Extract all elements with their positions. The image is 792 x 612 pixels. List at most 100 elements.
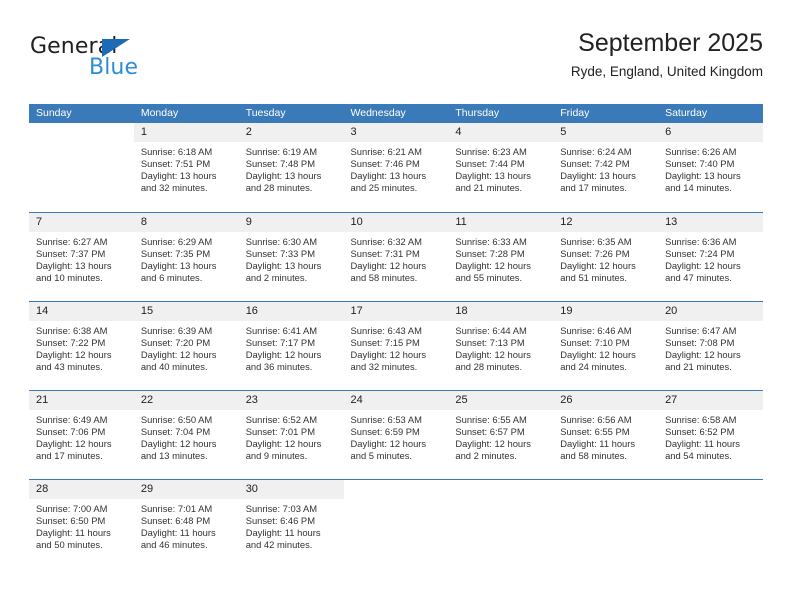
general-blue-logo[interactable]: General Blue (29, 30, 229, 86)
sunset-text: Sunset: 7:44 PM (455, 158, 525, 170)
day-details: Sunrise: 6:29 AM Sunset: 7:35 PM Daylight:… (134, 233, 239, 284)
day-details: Sunrise: 6:36 AM Sunset: 7:24 PM Daylight:… (658, 233, 763, 284)
day-cell[interactable]: 30 Sunrise: 7:03 AM Sunset: 6:46 PM Dayligh… (238, 478, 344, 568)
sunrise-text: Sunrise: 6:26 AM (665, 146, 737, 157)
daylight-text-line1: Daylight: 13 hours (560, 170, 636, 182)
sunset-text: Sunset: 6:59 PM (350, 425, 420, 437)
day-number: 3 (350, 126, 357, 138)
daylight-text-line2: and 28 minutes. (245, 182, 313, 194)
daylight-text-line1: Daylight: 12 hours (245, 348, 322, 360)
daylight-text-line1: Daylight: 12 hours (455, 259, 531, 271)
day-details: Sunrise: 6:24 AM Sunset: 7:42 PM Daylight:… (553, 143, 658, 194)
daylight-text-line2: and 24 minutes. (560, 360, 627, 372)
calendar-grid: Sunday Monday Tuesday Wednesday Thursday Frid… (29, 104, 763, 568)
day-number: 16 (245, 304, 258, 317)
day-cell[interactable]: 10 Sunrise: 6:32 AM Sunset: 7:31 PM Dayligh… (343, 211, 449, 301)
day-cell-empty (343, 478, 449, 569)
day-cell[interactable]: 13 Sunrise: 6:36 AM Sunset: 7:24 PM Dayligh… (658, 211, 763, 301)
day-cell[interactable]: 24 Sunrise: 6:53 AM Sunset: 6:59 PM Dayligh… (343, 389, 449, 479)
daylight-text-line2: and 17 minutes. (36, 449, 103, 461)
week-row: 28 Sunrise: 7:00 AM Sunset: 6:50 PM Dayligh… (29, 478, 763, 569)
page-header: General Blue September 2025 Ryde, Englan… (29, 28, 763, 96)
day-cell[interactable]: 22 Sunrise: 6:50 AM Sunset: 7:04 PM Dayligh… (133, 389, 239, 479)
day-number-band: 30 (238, 479, 344, 500)
week-row: 14 Sunrise: 6:38 AM Sunset: 7:22 PM Dayligh… (29, 300, 763, 390)
day-cell[interactable]: 28 Sunrise: 7:00 AM Sunset: 6:50 PM Dayligh… (29, 478, 134, 568)
day-cell[interactable]: 20 Sunrise: 6:47 AM Sunset: 7:08 PM Dayligh… (658, 300, 763, 390)
day-cell[interactable]: 25 Sunrise: 6:55 AM Sunset: 6:57 PM Dayligh… (448, 389, 554, 479)
daylight-text-line2: and 54 minutes. (665, 449, 732, 461)
day-cell[interactable]: 8 Sunrise: 6:29 AM Sunset: 7:35 PM Daylight… (133, 211, 239, 301)
day-number: 10 (350, 215, 363, 228)
week-row: 1 Sunrise: 6:18 AM Sunset: 7:51 PM Daylight… (29, 123, 763, 212)
day-cell[interactable]: 23 Sunrise: 6:52 AM Sunset: 7:01 PM Dayligh… (238, 389, 344, 479)
daylight-text-line2: and 2 minutes. (455, 449, 517, 461)
day-cell[interactable]: 14 Sunrise: 6:38 AM Sunset: 7:22 PM Dayligh… (29, 300, 134, 390)
day-number: 25 (455, 393, 468, 406)
sunrise-text: Sunrise: 6:29 AM (140, 235, 213, 247)
day-cell-inner: 10 Sunrise: 6:32 AM Sunset: 7:31 PM Dayligh… (343, 212, 449, 301)
day-cell[interactable]: 9 Sunrise: 6:30 AM Sunset: 7:33 PM Daylight… (238, 211, 344, 301)
sunset-text: Sunset: 7:37 PM (36, 247, 106, 259)
day-number: 8 (140, 215, 147, 228)
daylight-text-line1: Daylight: 12 hours (245, 437, 322, 449)
sunrise-text: Sunrise: 6:27 AM (36, 235, 108, 247)
daylight-text-line1: Daylight: 12 hours (140, 348, 217, 360)
day-number: 23 (245, 393, 258, 406)
day-cell[interactable]: 21 Sunrise: 6:49 AM Sunset: 7:06 PM Dayligh… (29, 389, 134, 479)
day-number-band: 19 (553, 301, 659, 322)
day-cell-inner: 12 Sunrise: 6:35 AM Sunset: 7:26 PM Dayligh… (553, 212, 659, 301)
day-number: 19 (560, 304, 573, 317)
logo-text-blue: Blue (89, 55, 139, 80)
sunrise-text: Sunrise: 6:41 AM (245, 324, 318, 336)
sunrise-text: Sunrise: 6:33 AM (455, 235, 527, 247)
day-details: Sunrise: 6:27 AM Sunset: 7:37 PM Daylight:… (29, 233, 134, 284)
sunrise-text: Sunrise: 6:38 AM (36, 324, 108, 336)
sunrise-text: Sunrise: 6:50 AM (140, 413, 213, 425)
day-cell[interactable]: 18 Sunrise: 6:44 AM Sunset: 7:13 PM Dayligh… (448, 300, 554, 390)
day-cell[interactable]: 27 Sunrise: 6:58 AM Sunset: 6:52 PM Dayligh… (658, 389, 763, 479)
day-number: 30 (245, 482, 258, 495)
day-cell-inner: 6 Sunrise: 6:26 AM Sunset: 7:40 PM Daylight… (658, 123, 763, 212)
day-number: 2 (245, 126, 252, 138)
sunset-text: Sunset: 6:57 PM (455, 425, 525, 437)
day-cell[interactable]: 2 Sunrise: 6:19 AM Sunset: 7:48 PM Daylight… (238, 123, 344, 212)
sunrise-text: Sunrise: 6:53 AM (350, 413, 422, 425)
day-cell[interactable]: 26 Sunrise: 6:56 AM Sunset: 6:55 PM Dayligh… (553, 389, 659, 479)
day-cell-inner (344, 480, 449, 569)
day-number: 1 (140, 126, 147, 138)
sunset-text: Sunset: 7:24 PM (665, 247, 735, 259)
sunrise-text: Sunrise: 6:56 AM (560, 413, 632, 425)
day-details: Sunrise: 6:26 AM Sunset: 7:40 PM Daylight:… (658, 143, 763, 194)
day-cell[interactable]: 5 Sunrise: 6:24 AM Sunset: 7:42 PM Daylight… (553, 123, 659, 212)
day-details: Sunrise: 7:01 AM Sunset: 6:48 PM Daylight:… (134, 500, 239, 551)
day-cell[interactable]: 16 Sunrise: 6:41 AM Sunset: 7:17 PM Dayligh… (238, 300, 344, 390)
day-cell[interactable]: 1 Sunrise: 6:18 AM Sunset: 7:51 PM Daylight… (133, 123, 239, 212)
weekday-header-tuesday: Tuesday (238, 104, 344, 123)
day-cell[interactable]: 29 Sunrise: 7:01 AM Sunset: 6:48 PM Dayligh… (133, 478, 239, 568)
day-cell[interactable]: 15 Sunrise: 6:39 AM Sunset: 7:20 PM Dayligh… (133, 300, 239, 390)
day-cell[interactable]: 17 Sunrise: 6:43 AM Sunset: 7:15 PM Dayligh… (343, 300, 449, 390)
day-cell[interactable]: 4 Sunrise: 6:23 AM Sunset: 7:44 PM Daylight… (448, 123, 554, 212)
day-cell[interactable]: 3 Sunrise: 6:21 AM Sunset: 7:46 PM Daylight… (343, 123, 449, 212)
day-number: 28 (36, 482, 49, 495)
day-cell[interactable]: 7 Sunrise: 6:27 AM Sunset: 7:37 PM Daylight… (29, 211, 134, 301)
day-number: 5 (560, 126, 567, 138)
sunrise-text: Sunrise: 6:35 AM (560, 235, 632, 247)
day-cell-empty (448, 478, 554, 568)
day-cell-empty (29, 123, 134, 212)
day-cell[interactable]: 11 Sunrise: 6:33 AM Sunset: 7:28 PM Dayligh… (448, 211, 554, 301)
day-cell[interactable]: 6 Sunrise: 6:26 AM Sunset: 7:40 PM Daylight… (658, 123, 763, 212)
sunrise-text: Sunrise: 6:52 AM (245, 413, 318, 425)
sunset-text: Sunset: 7:06 PM (36, 425, 106, 437)
day-details: Sunrise: 6:38 AM Sunset: 7:22 PM Daylight:… (29, 322, 134, 373)
sunset-text: Sunset: 7:13 PM (455, 336, 525, 348)
daylight-text-line2: and 25 minutes. (350, 182, 418, 194)
sunset-text: Sunset: 7:22 PM (36, 336, 106, 348)
day-cell[interactable]: 19 Sunrise: 6:46 AM Sunset: 7:10 PM Dayligh… (553, 300, 659, 390)
day-cell[interactable]: 12 Sunrise: 6:35 AM Sunset: 7:26 PM Dayligh… (553, 211, 659, 301)
daylight-text-line1: Daylight: 13 hours (455, 170, 531, 182)
day-number-band: 18 (448, 301, 554, 322)
sunset-text: Sunset: 7:35 PM (140, 247, 211, 259)
daylight-text-line1: Daylight: 13 hours (140, 170, 217, 182)
